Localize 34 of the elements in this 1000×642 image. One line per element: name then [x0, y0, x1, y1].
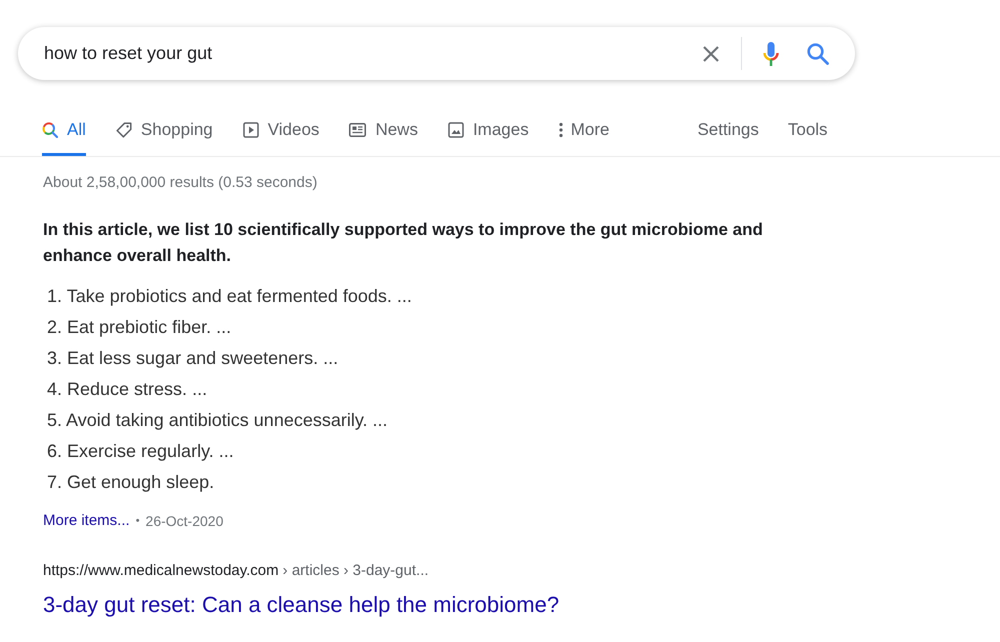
search-icon [807, 42, 829, 64]
tab[interactable]: News [349, 112, 418, 156]
search-button[interactable] [806, 42, 830, 66]
result-url: https://www.medicalnewstoday.com [43, 560, 279, 581]
microphone-icon [763, 42, 779, 66]
separator-dot: • [136, 514, 140, 529]
list-item: 7. Get enough sleep. [47, 471, 214, 494]
list-item: 5. Avoid taking antibiotics unnecessarily. ... [47, 409, 388, 432]
search-icon [42, 122, 58, 138]
list-item: 3. Eat less sugar and sweeteners. ... [47, 347, 338, 370]
more-dots-icon [558, 122, 563, 138]
header-link[interactable]: Tools [788, 112, 828, 156]
result-stats: About 2,58,00,000 results (0.53 seconds) [43, 173, 318, 193]
snippet-heading: In this article, we list 10 scientifically supported ways to improve the gut microbiome and enhance overall health. [43, 219, 764, 267]
close-icon [702, 44, 720, 62]
result-title-link[interactable]: 3-day gut reset: Can a cleanse help the microbiome? [43, 591, 560, 619]
list-item: 6. Exercise regularly. ... [47, 440, 234, 463]
tag-icon [116, 122, 132, 138]
list-item: 2. Eat prebiotic fiber. ... [47, 316, 232, 339]
tab[interactable]: Shopping [116, 112, 213, 156]
tab[interactable]: Videos [242, 112, 320, 156]
play-icon [242, 122, 259, 138]
list-item: 4. Reduce stress. ... [47, 378, 208, 401]
result-breadcrumb: › articles › 3-day-gut... [282, 560, 429, 581]
image-icon [448, 122, 464, 138]
list-item: 1. Take probiotics and eat fermented foods. ... [47, 285, 412, 308]
tab[interactable]: All [42, 112, 86, 156]
newspaper-icon [349, 122, 366, 136]
more-items-link[interactable]: More items... [43, 510, 130, 532]
tab[interactable]: Images [448, 112, 529, 156]
date-text: 26-Oct-2020 [146, 512, 224, 530]
search-input[interactable]: how to reset your gut [44, 36, 689, 70]
header-link[interactable]: Settings [697, 112, 759, 156]
tab[interactable]: More [558, 112, 610, 156]
